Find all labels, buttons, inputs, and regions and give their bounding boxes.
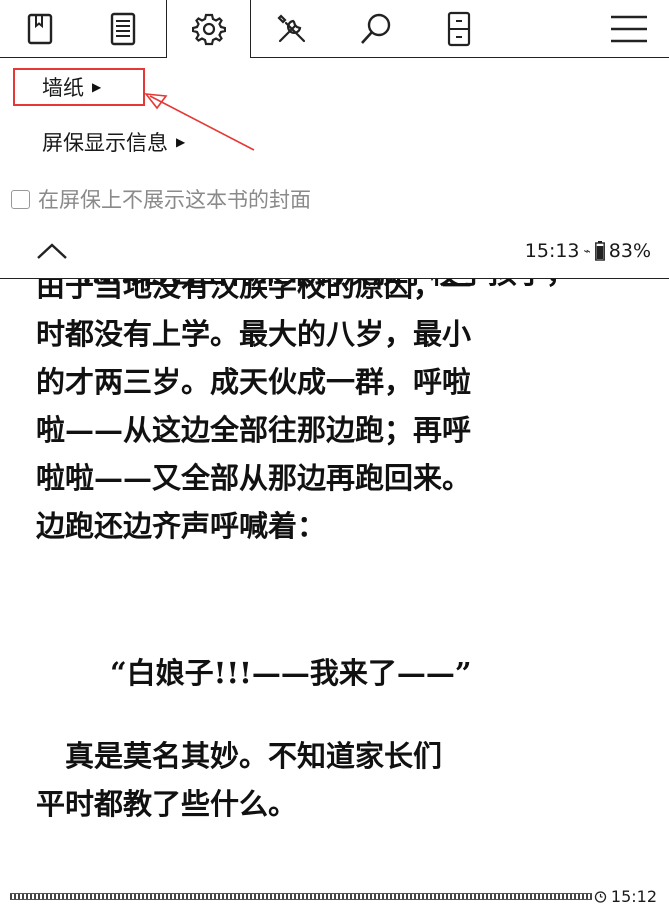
footer-time-left: 15:12 bbox=[594, 887, 657, 906]
page-layout-icon bbox=[447, 11, 471, 47]
footer-time: 15:12 bbox=[610, 887, 657, 906]
page-layout-button[interactable] bbox=[419, 0, 499, 58]
search-button[interactable] bbox=[336, 0, 416, 58]
hide-cover-checkbox[interactable] bbox=[11, 189, 30, 209]
reading-area[interactable]: ……各自由有来来到汉族学校了孩子， 由于当地没有汉族学校的原因，一 时都没有上学… bbox=[0, 226, 669, 876]
menu-button[interactable] bbox=[589, 0, 669, 58]
hide-cover-option[interactable]: 在屏保上不展示这本书的封面 bbox=[11, 184, 311, 214]
status-time: 15:13 bbox=[524, 240, 580, 262]
screensaver-info-menu-item[interactable]: 屏保显示信息 ▶ bbox=[42, 127, 185, 157]
reading-progress-bar[interactable] bbox=[10, 893, 592, 900]
status-indicators: 15:13 ⌁ 83% bbox=[525, 240, 651, 262]
top-toolbar bbox=[0, 0, 669, 58]
status-bar: 15:13 ⌁ 83% bbox=[0, 226, 669, 279]
bookmark-button[interactable] bbox=[0, 0, 80, 58]
wallpaper-highlight-box bbox=[13, 68, 145, 106]
submenu-arrow-icon: ▶ bbox=[176, 135, 186, 149]
search-icon bbox=[361, 13, 391, 44]
text-line: 平时都教了些什么。 bbox=[36, 787, 298, 821]
hide-cover-label: 在屏保上不展示这本书的封面 bbox=[38, 188, 311, 212]
quote-line: “白娘子!!!——我来了——” bbox=[110, 656, 472, 690]
text-line: 时都没有上学。最大的八岁，最小 bbox=[36, 317, 472, 351]
text-line: 边跑还边齐声呼喊着： bbox=[36, 509, 327, 543]
clock-icon bbox=[594, 891, 607, 903]
settings-icon bbox=[191, 13, 226, 46]
settings-button[interactable] bbox=[167, 0, 250, 58]
tools-icon bbox=[277, 14, 306, 43]
bookmark-icon bbox=[27, 13, 53, 45]
text-line: 的才两三岁。成天伙成一群，呼啦 bbox=[36, 365, 472, 399]
battery-icon bbox=[594, 241, 605, 261]
text-line: 啦——从这边全部往那边跑；再呼 bbox=[36, 413, 472, 447]
screensaver-info-label: 屏保显示信息 bbox=[42, 131, 168, 155]
menu-icon bbox=[611, 15, 647, 43]
paragraph-2: 真是莫名其妙。不知道家长们 平时都教了些什么。 bbox=[36, 732, 636, 828]
toc-icon bbox=[110, 12, 136, 46]
tools-button[interactable] bbox=[252, 0, 332, 58]
battery-percent: 83% bbox=[608, 240, 651, 262]
toc-button[interactable] bbox=[83, 0, 163, 58]
collapse-chevron-icon[interactable] bbox=[36, 242, 68, 260]
text-line: 真是莫名其妙。不知道家长们 bbox=[36, 739, 443, 773]
wifi-icon: ⌁ bbox=[583, 244, 591, 258]
text-line: 啦啦——又全部从那边再跑回来。 bbox=[36, 461, 472, 495]
active-tab-right-border bbox=[250, 0, 251, 58]
paragraph-1: 由于当地没有汉族学校的原因，一 时都没有上学。最大的八岁，最小 的才两三岁。成天… bbox=[36, 262, 636, 550]
